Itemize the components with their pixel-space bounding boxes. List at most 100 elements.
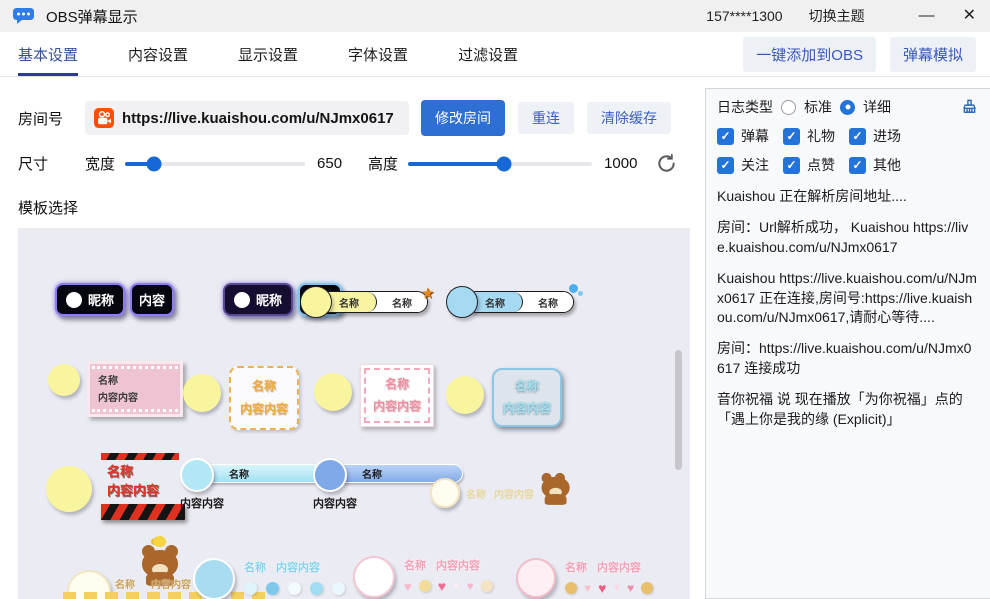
bear-icon xyxy=(540,469,567,500)
log-panel: 日志类型 标准 详细 弹幕 礼物 进场 关注 点赞 其他 Kuaishou 正在… xyxy=(705,88,990,599)
template-item[interactable]: 名称名称 xyxy=(300,286,441,318)
hazard-stripe xyxy=(101,504,185,520)
water-splash-icon xyxy=(569,284,583,298)
avatar-circle xyxy=(353,556,395,598)
avatar-circle xyxy=(193,558,235,599)
template-item[interactable]: 名称内容内容 xyxy=(516,558,653,598)
avatar-dot xyxy=(66,292,82,308)
radio-standard[interactable] xyxy=(781,100,796,115)
tab-display-settings[interactable]: 显示设置 xyxy=(238,32,298,76)
spark-icon xyxy=(421,284,434,303)
width-value: 650 xyxy=(317,155,342,172)
log-message: Kuaishou https://live.kuaishou.com/u/NJm… xyxy=(717,269,979,329)
avatar-circle xyxy=(430,478,460,508)
heart-icon xyxy=(598,581,606,595)
app-window: OBS弹幕显示 157****1300 切换主题 — ✕ 基本设置 内容设置 显… xyxy=(0,0,990,599)
template-item[interactable]: 昵称 内容 xyxy=(55,283,174,316)
checkbox-checked-icon[interactable] xyxy=(717,157,734,174)
checkbox-checked-icon[interactable] xyxy=(783,157,800,174)
basic-settings-pane: 房间号 https://live.kuaishou.com/u/NJmx0617… xyxy=(0,77,705,599)
template-scrollbar[interactable] xyxy=(675,350,682,470)
tab-basic-settings[interactable]: 基本设置 xyxy=(18,32,78,76)
filter-follow[interactable]: 关注 xyxy=(717,155,783,175)
heart-icon xyxy=(613,583,620,594)
width-slider[interactable] xyxy=(125,162,305,166)
height-slider[interactable] xyxy=(408,162,592,166)
log-message: Kuaishou 正在解析房间地址.... xyxy=(717,187,979,207)
bead-icon xyxy=(481,580,493,592)
avatar-circle xyxy=(180,458,214,492)
width-slider-knob[interactable] xyxy=(146,156,161,171)
radio-detailed-label[interactable]: 详细 xyxy=(863,97,891,117)
avatar-circle xyxy=(313,458,347,492)
minimize-button[interactable]: — xyxy=(919,8,935,24)
template-item[interactable]: 名称 内容内容 xyxy=(180,464,330,511)
modify-room-button[interactable]: 修改房间 xyxy=(421,100,505,136)
height-slider-knob[interactable] xyxy=(496,156,511,171)
avatar-circle xyxy=(300,286,332,318)
heart-icon xyxy=(627,582,634,594)
window-title: OBS弹幕显示 xyxy=(46,6,138,27)
radio-standard-label[interactable]: 标准 xyxy=(804,97,832,117)
heart-icon xyxy=(438,579,446,593)
app-chat-icon xyxy=(12,7,36,25)
filter-gift[interactable]: 礼物 xyxy=(783,126,849,146)
avatar-circle xyxy=(446,286,478,318)
checkbox-checked-icon[interactable] xyxy=(717,128,734,145)
heart-icon xyxy=(404,580,412,593)
heart-icon xyxy=(584,582,591,594)
avatar-circle xyxy=(48,364,80,396)
template-item[interactable]: 名称内容内容 xyxy=(183,366,299,430)
template-select-label: 模板选择 xyxy=(18,197,705,218)
account-number: 157****1300 xyxy=(706,8,782,24)
filter-enter[interactable]: 进场 xyxy=(849,126,915,146)
room-number-label: 房间号 xyxy=(18,108,85,129)
template-item[interactable]: 名称内容内容 xyxy=(46,453,185,520)
clear-log-broom-icon[interactable] xyxy=(960,98,979,117)
refresh-icon[interactable] xyxy=(655,152,678,175)
room-url-input[interactable]: https://live.kuaishou.com/u/NJmx0617 xyxy=(85,101,409,135)
add-to-obs-button[interactable]: 一键添加到OBS xyxy=(743,37,876,72)
avatar-dot xyxy=(234,292,250,308)
log-message: 房间：Url解析成功， Kuaishou https://live.kuaish… xyxy=(717,218,979,258)
size-label: 尺寸 xyxy=(18,153,85,174)
template-item[interactable]: 名称名称 xyxy=(446,286,588,318)
bead-icon xyxy=(419,580,431,592)
template-item[interactable]: 名称内容内容 xyxy=(314,364,434,427)
log-message: 房间：https://live.kuaishou.com/u/NJmx0617 … xyxy=(717,339,979,379)
theme-switch-button[interactable]: 切换主题 xyxy=(809,6,865,26)
filter-other[interactable]: 其他 xyxy=(849,155,915,175)
tab-content-settings[interactable]: 内容设置 xyxy=(128,32,188,76)
tab-filter-settings[interactable]: 过滤设置 xyxy=(458,32,518,76)
filter-danmaku[interactable]: 弹幕 xyxy=(717,126,783,146)
heart-decoration xyxy=(404,579,493,593)
template-item[interactable]: 名称内容内容 xyxy=(193,558,345,599)
titlebar: OBS弹幕显示 157****1300 切换主题 — ✕ xyxy=(0,0,990,32)
height-label: 高度 xyxy=(368,153,398,174)
kuaishou-icon xyxy=(94,108,114,128)
checkbox-checked-icon[interactable] xyxy=(849,128,866,145)
template-item[interactable]: 名称 内容内容 xyxy=(430,473,574,513)
checkbox-checked-icon[interactable] xyxy=(849,157,866,174)
bead-icon xyxy=(565,582,577,594)
heart-decoration xyxy=(565,581,653,595)
template-item[interactable]: 名称内容内容 xyxy=(353,556,493,598)
template-item[interactable]: 名称内容内容 xyxy=(446,368,562,427)
tabbar: 基本设置 内容设置 显示设置 字体设置 过滤设置 一键添加到OBS 弹幕模拟 xyxy=(0,32,990,77)
heart-icon xyxy=(453,581,460,592)
clear-cache-button[interactable]: 清除缓存 xyxy=(587,102,671,134)
close-button[interactable]: ✕ xyxy=(963,8,976,24)
danmaku-simulate-button[interactable]: 弹幕模拟 xyxy=(890,37,976,72)
dot-decoration xyxy=(244,582,345,595)
reconnect-button[interactable]: 重连 xyxy=(518,102,574,134)
heart-icon xyxy=(467,580,474,592)
avatar-circle xyxy=(46,466,92,512)
checkbox-checked-icon[interactable] xyxy=(783,128,800,145)
avatar-circle xyxy=(314,373,352,411)
log-message: 音你祝福 说 现在播放「为你祝福」点的「遇上你是我的缘 (Explicit)」 xyxy=(717,390,979,430)
template-item[interactable]: 名称内容内容 xyxy=(48,361,183,417)
template-area: 昵称 内容 昵称 内容 名称名称 名称名称 名称内容内容 xyxy=(18,228,690,599)
tab-font-settings[interactable]: 字体设置 xyxy=(348,32,408,76)
radio-detailed[interactable] xyxy=(840,100,855,115)
filter-like[interactable]: 点赞 xyxy=(783,155,849,175)
